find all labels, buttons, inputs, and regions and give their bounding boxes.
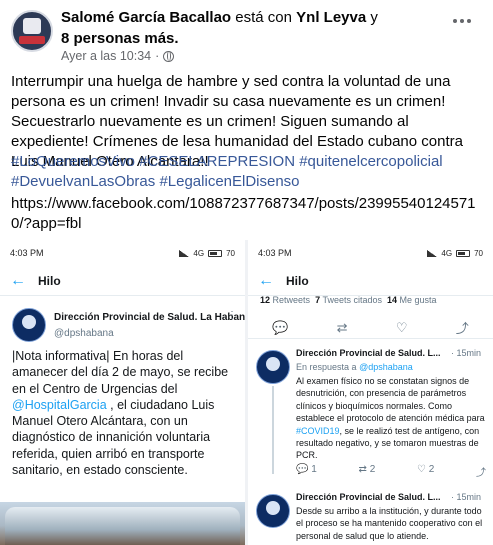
hashtag-link[interactable]: #LegalicenElDisenso bbox=[159, 173, 299, 190]
back-arrow-icon[interactable]: ← bbox=[258, 272, 282, 290]
tweet-more-icon[interactable]: ⋮ bbox=[227, 310, 237, 321]
nav-title: Hilo bbox=[38, 273, 61, 288]
in-reply-prefix: En respuesta a bbox=[296, 362, 357, 372]
in-reply-to: En respuesta a @dpshabana bbox=[296, 362, 413, 372]
hashtag-link[interactable]: #DevuelvanLasObras bbox=[11, 173, 155, 190]
quotes-label[interactable]: Tweets citados bbox=[322, 295, 382, 305]
like-icon[interactable]: ♡ bbox=[396, 320, 408, 336]
reply-tweet[interactable]: Dirección Provincial de Salud. L... · 15… bbox=[248, 492, 493, 545]
reply-body: Al examen físico no se constatan signos … bbox=[296, 375, 486, 462]
tagged-others[interactable]: 8 personas más. bbox=[61, 29, 179, 48]
reply-time: · 15min bbox=[450, 492, 481, 502]
retweet-icon[interactable]: ⇄ bbox=[337, 320, 348, 336]
battery-level: 70 bbox=[474, 248, 483, 258]
network-label: 4G bbox=[441, 248, 453, 258]
author-name[interactable]: Salomé García Bacallao bbox=[61, 9, 231, 26]
reply-count: 1 bbox=[311, 464, 317, 475]
signal-icon bbox=[179, 249, 190, 257]
status-bar: 4:03 PM 4G 70 bbox=[0, 240, 245, 266]
screenshot-right[interactable]: 4:03 PM 4G 70 ← Hilo 12 Retweets 7 Tweet… bbox=[248, 240, 493, 545]
post-header: Salomé García Bacallao está con Ynl Leyv… bbox=[0, 0, 493, 66]
share-icon[interactable]: ⤴ bbox=[456, 318, 469, 337]
tweet-text: |Nota informativa| En horas del amanecer… bbox=[12, 349, 229, 396]
reply-time: · 15min bbox=[450, 348, 481, 358]
post-url[interactable]: https://www.facebook.com/108872377687347… bbox=[11, 194, 491, 234]
and-text: y bbox=[370, 9, 378, 26]
hashtag-link[interactable]: #LoQueremosVivo bbox=[11, 153, 135, 170]
reply-avatar[interactable] bbox=[256, 494, 290, 528]
like-count: 2 bbox=[428, 464, 435, 475]
more-options-icon[interactable] bbox=[450, 17, 474, 25]
battery-level: 70 bbox=[226, 248, 235, 258]
signal-icon bbox=[427, 249, 438, 257]
reply-tweet[interactable]: Dirección Provincial de Salud. L... · 15… bbox=[248, 348, 493, 479]
globe-icon bbox=[163, 50, 175, 62]
screenshot-left[interactable]: 4:03 PM 4G 70 ← Hilo Dirección Provincia… bbox=[0, 240, 245, 545]
battery-icon bbox=[456, 249, 471, 257]
reply-text: Al examen físico no se constatan signos … bbox=[296, 376, 485, 424]
meta-separator: · bbox=[155, 49, 160, 63]
reply-avatar[interactable] bbox=[256, 350, 290, 384]
nav-title: Hilo bbox=[286, 273, 309, 288]
in-reply-handle[interactable]: @dpshabana bbox=[359, 362, 413, 372]
with-text: está con bbox=[235, 9, 292, 26]
reply-like-count[interactable]: ♡ 2 bbox=[417, 464, 434, 479]
likes-count: 14 bbox=[386, 295, 397, 305]
hashtag-link[interactable]: #CESELAREPRESION bbox=[139, 153, 295, 170]
retweet-count: 2 bbox=[369, 464, 376, 475]
reply-author[interactable]: Dirección Provincial de Salud. L... bbox=[296, 348, 441, 358]
account-handle[interactable]: @dpshabana bbox=[54, 328, 114, 339]
post-hashtags: #LoQueremosVivo #CESELAREPRESION #quiten… bbox=[11, 152, 486, 192]
post-author-line: Salomé García Bacallao está con Ynl Leyv… bbox=[61, 8, 441, 27]
retweets-count: 12 bbox=[260, 295, 271, 305]
battery-icon bbox=[208, 249, 223, 257]
reply-retweet-count[interactable]: ⇄ 2 bbox=[359, 464, 376, 479]
hashtag-link[interactable]: #COVID19 bbox=[296, 426, 340, 436]
account-name[interactable]: Dirección Provincial de Salud. La Habana bbox=[54, 312, 245, 323]
thread-navbar: ← Hilo bbox=[0, 266, 245, 296]
tagged-person[interactable]: Ynl Leyva bbox=[296, 9, 366, 26]
likes-label[interactable]: Me gusta bbox=[400, 295, 437, 305]
reply-author[interactable]: Dirección Provincial de Salud. L... bbox=[296, 492, 441, 502]
author-avatar[interactable] bbox=[11, 10, 53, 52]
thread-line bbox=[272, 386, 274, 474]
status-time: 4:03 PM bbox=[10, 248, 44, 258]
reply-reply-count[interactable]: 💬 1 bbox=[296, 464, 317, 479]
status-icons: 4G 70 bbox=[179, 249, 235, 258]
tweet-body: |Nota informativa| En horas del amanecer… bbox=[12, 348, 240, 478]
tweet-photo[interactable] bbox=[0, 502, 245, 545]
reply-icon[interactable]: 💬 bbox=[272, 320, 288, 336]
status-time: 4:03 PM bbox=[258, 248, 292, 258]
mention-link[interactable]: @HospitalGarcia bbox=[12, 398, 107, 412]
reply-body: Desde su arribo a la institución, y dura… bbox=[296, 506, 483, 541]
post-timestamp[interactable]: Ayer a las 10:34 bbox=[61, 49, 151, 63]
status-bar: 4:03 PM 4G 70 bbox=[248, 240, 493, 266]
post-meta: Ayer a las 10:34 · bbox=[61, 49, 175, 63]
attached-images[interactable]: 4:03 PM 4G 70 ← Hilo Dirección Provincia… bbox=[0, 240, 493, 545]
back-arrow-icon[interactable]: ← bbox=[10, 272, 34, 290]
hashtag-link[interactable]: #quitenelcercopolicial bbox=[299, 153, 442, 170]
reply-actions: 💬 1 ⇄ 2 ♡ 2 ⤴ bbox=[296, 464, 486, 479]
tweet-author: Dirección Provincial de Salud. La Habana… bbox=[12, 306, 245, 346]
tweet-actions: 💬 ⇄ ♡ ⤴ bbox=[248, 317, 493, 339]
reply-share-icon[interactable]: ⤴ bbox=[476, 464, 486, 479]
network-label: 4G bbox=[193, 248, 205, 258]
retweets-label[interactable]: Retweets bbox=[273, 295, 311, 305]
tweet-stats: 12 Retweets 7 Tweets citados 14 Me gusta bbox=[260, 295, 437, 305]
thread-navbar: ← Hilo bbox=[248, 266, 493, 296]
account-avatar[interactable] bbox=[12, 308, 46, 342]
quotes-count: 7 bbox=[315, 295, 321, 305]
status-icons: 4G 70 bbox=[427, 249, 483, 258]
